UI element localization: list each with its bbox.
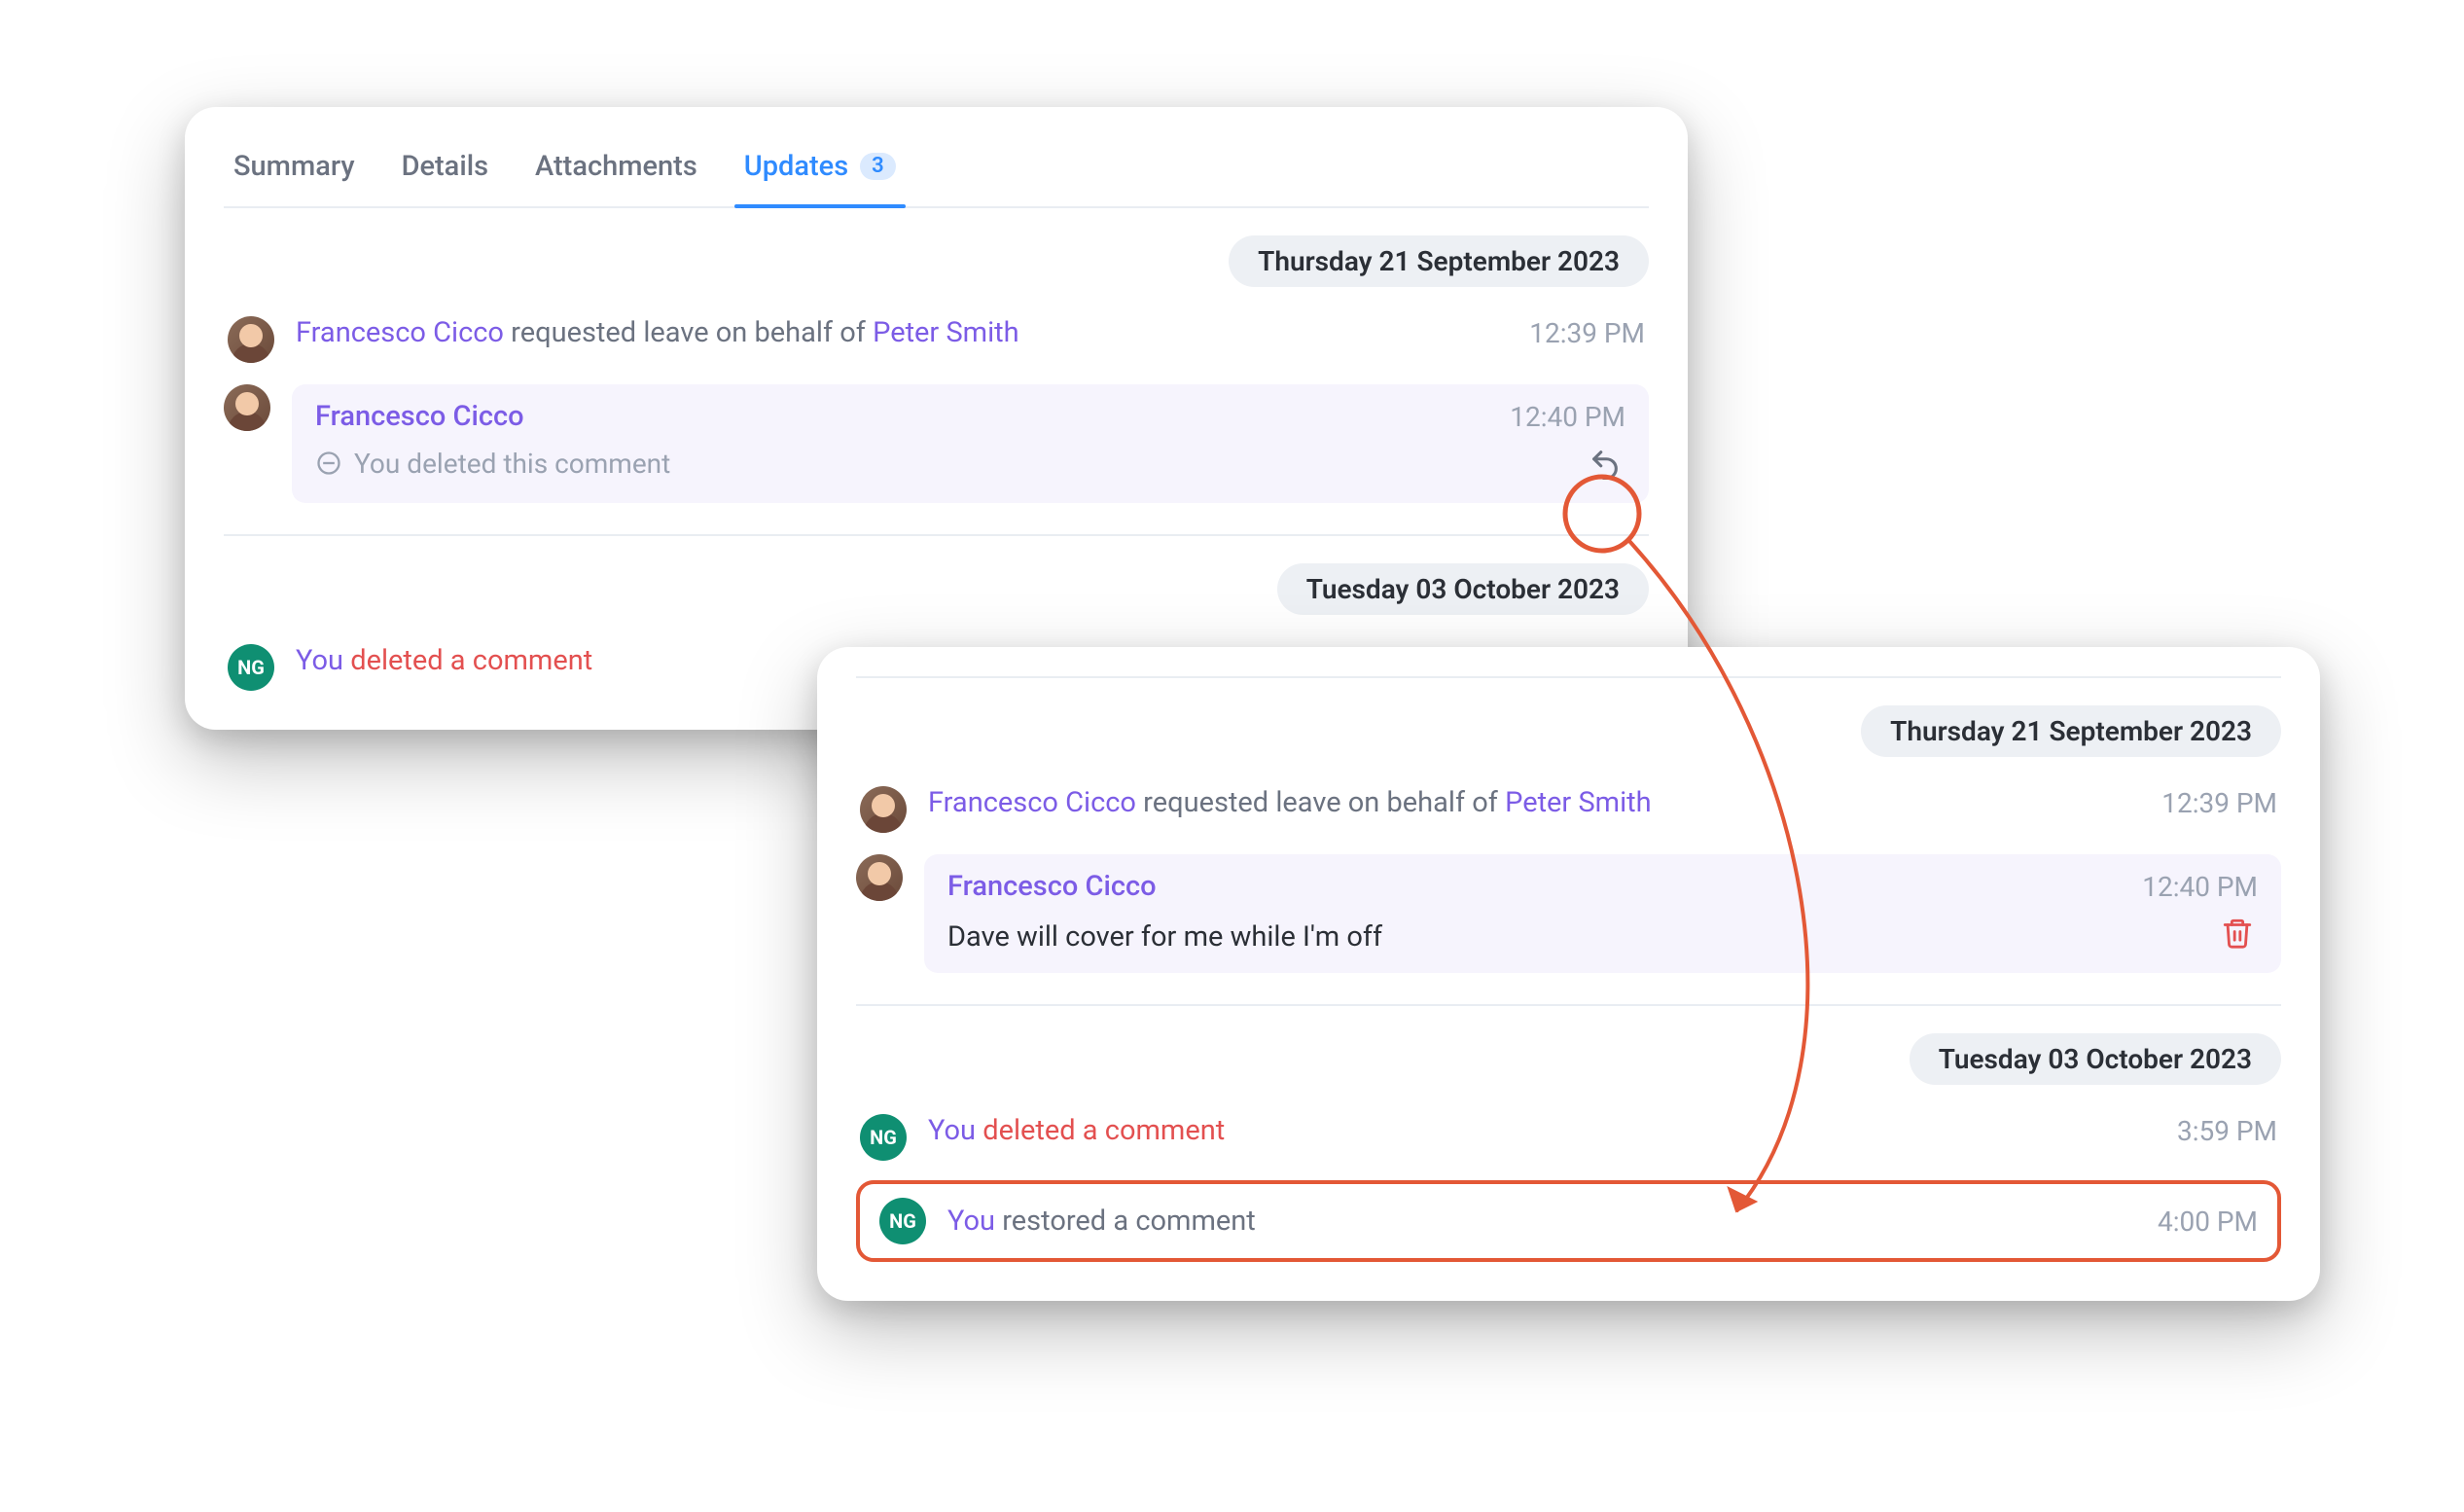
- tab-updates[interactable]: Updates 3: [744, 136, 896, 206]
- tabs: Summary Details Attachments Updates 3: [224, 136, 1649, 208]
- date-row: Thursday 21 September 2023: [224, 235, 1649, 287]
- restored-entry-highlight: NG You restored a comment 4:00 PM: [856, 1180, 2281, 1262]
- comment-card: Francesco Cicco 12:40 PM Dave will cover…: [924, 854, 2281, 973]
- activity-entry: Francesco Cicco requested leave on behal…: [224, 316, 1649, 363]
- undo-button[interactable]: [1585, 443, 1625, 484]
- you-label: You: [928, 1114, 976, 1147]
- timestamp: 12:39 PM: [2161, 787, 2277, 819]
- date-row: Thursday 21 September 2023: [856, 705, 2281, 757]
- activity-verb: requested leave on behalf of: [1136, 786, 1505, 819]
- tab-updates-count: 3: [860, 153, 896, 180]
- date-row: Tuesday 03 October 2023: [224, 563, 1649, 615]
- tab-updates-label: Updates: [744, 150, 848, 183]
- timestamp: 3:59 PM: [2177, 1115, 2277, 1147]
- divider: [856, 676, 2281, 678]
- comment-timestamp: 12:40 PM: [1510, 401, 1625, 433]
- delete-comment-button[interactable]: [2217, 913, 2258, 954]
- trash-icon: [2221, 917, 2254, 950]
- deleted-action: deleted a comment: [343, 644, 592, 677]
- avatar: [228, 316, 274, 363]
- comment-card-deleted: Francesco Cicco 12:40 PM You deleted thi…: [292, 384, 1649, 503]
- comment-block: Francesco Cicco 12:40 PM Dave will cover…: [856, 854, 2281, 973]
- activity-entry: Francesco Cicco requested leave on behal…: [856, 786, 2281, 833]
- undo-icon: [1589, 447, 1622, 480]
- stage: Summary Details Attachments Updates 3 Th…: [39, 39, 2432, 1479]
- comment-timestamp: 12:40 PM: [2142, 871, 2258, 903]
- tab-details-label: Details: [402, 150, 488, 183]
- divider: [224, 534, 1649, 536]
- avatar-initials: NG: [879, 1198, 926, 1244]
- activity-text: You restored a comment: [947, 1205, 1256, 1238]
- tab-attachments[interactable]: Attachments: [535, 136, 697, 206]
- comment-body: Dave will cover for me while I'm off: [947, 920, 1382, 954]
- tab-attachments-label: Attachments: [535, 150, 697, 183]
- activity-text: You deleted a comment: [928, 1114, 1225, 1147]
- you-label: You: [296, 644, 343, 677]
- comment-author[interactable]: Francesco Cicco: [315, 400, 524, 433]
- activity-text: Francesco Cicco requested leave on behal…: [928, 786, 1652, 819]
- date-pill: Tuesday 03 October 2023: [1277, 563, 1649, 615]
- timestamp: 12:39 PM: [1529, 317, 1645, 349]
- you-label: You: [947, 1205, 995, 1238]
- avatar-initials: NG: [860, 1114, 907, 1161]
- deleted-comment-text: You deleted this comment: [354, 448, 670, 480]
- deleted-action: deleted a comment: [976, 1114, 1225, 1147]
- panel-before: Summary Details Attachments Updates 3 Th…: [185, 107, 1688, 730]
- avatar: [224, 384, 270, 431]
- date-row: Tuesday 03 October 2023: [856, 1033, 2281, 1085]
- user-link-peter[interactable]: Peter Smith: [873, 316, 1019, 349]
- divider: [856, 1004, 2281, 1006]
- user-link-peter[interactable]: Peter Smith: [1505, 786, 1652, 819]
- avatar: [856, 854, 903, 901]
- user-link-francesco[interactable]: Francesco Cicco: [928, 786, 1136, 819]
- user-link-francesco[interactable]: Francesco Cicco: [296, 316, 504, 349]
- comment-author[interactable]: Francesco Cicco: [947, 870, 1157, 903]
- timestamp: 4:00 PM: [2158, 1206, 2258, 1238]
- activity-text: Francesco Cicco requested leave on behal…: [296, 316, 1019, 349]
- date-pill: Thursday 21 September 2023: [1229, 235, 1649, 287]
- panel-after: Thursday 21 September 2023 Francesco Cic…: [817, 647, 2320, 1301]
- restored-action: restored a comment: [995, 1205, 1256, 1238]
- deleted-comment-note: You deleted this comment: [315, 448, 670, 480]
- avatar-initials: NG: [228, 644, 274, 691]
- tab-summary-label: Summary: [233, 150, 355, 183]
- date-pill: Thursday 21 September 2023: [1861, 705, 2281, 757]
- avatar: [860, 786, 907, 833]
- activity-verb: requested leave on behalf of: [504, 316, 873, 349]
- date-pill: Tuesday 03 October 2023: [1910, 1033, 2281, 1085]
- tab-summary[interactable]: Summary: [233, 136, 355, 206]
- activity-entry: NG You deleted a comment 3:59 PM: [856, 1114, 2281, 1161]
- comment-block: Francesco Cicco 12:40 PM You deleted thi…: [224, 384, 1649, 503]
- minus-circle-icon: [315, 450, 342, 477]
- tab-details[interactable]: Details: [402, 136, 488, 206]
- activity-text: You deleted a comment: [296, 644, 592, 677]
